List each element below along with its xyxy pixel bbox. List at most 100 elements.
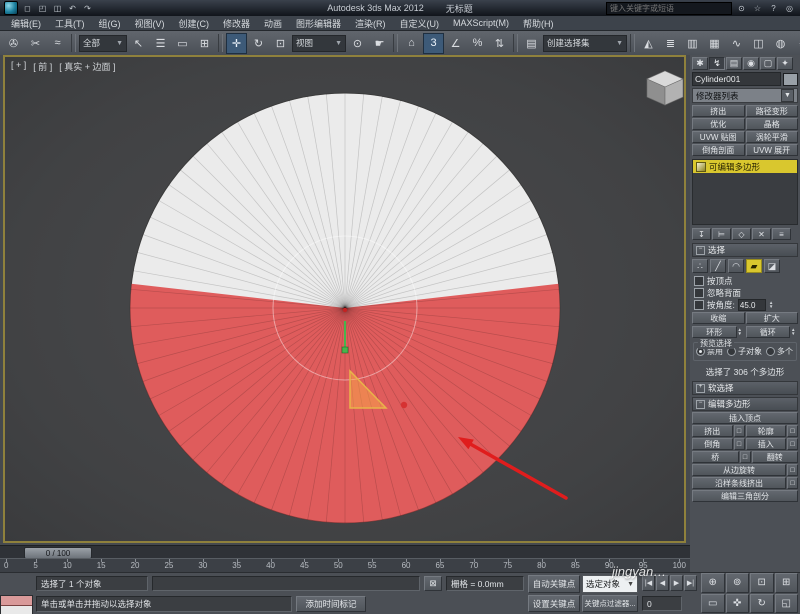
by-vertex-row[interactable]: 按顶点 xyxy=(690,275,800,287)
settings-box-button[interactable]: □ xyxy=(787,477,798,489)
new-file-icon[interactable]: ◻ xyxy=(21,2,34,14)
edit-poly-button-1-1[interactable]: 轮廓 xyxy=(746,425,787,437)
make-unique-icon[interactable]: ◇ xyxy=(732,228,751,240)
menu-item-1[interactable]: 工具(T) xyxy=(48,17,92,30)
tab-display[interactable]: ▢ xyxy=(760,57,776,70)
ring-button[interactable]: 环形 xyxy=(692,326,737,338)
shrink-button[interactable]: 收缩 xyxy=(692,312,745,324)
open-file-icon[interactable]: ◰ xyxy=(36,2,49,14)
settings-box-button[interactable]: □ xyxy=(734,425,745,437)
select-and-link-icon[interactable]: ✇ xyxy=(3,33,24,54)
modifier-list-dropdown[interactable]: 修改器列表 ▼ xyxy=(692,88,798,103)
zoom-icon[interactable]: ⊕ xyxy=(701,573,725,593)
named-selection-sets-dropdown[interactable]: 创建选择集▼ xyxy=(543,35,627,52)
spinner-icon[interactable]: ▲▼ xyxy=(738,328,745,336)
rectangular-selection-region-icon[interactable]: ▭ xyxy=(172,33,193,54)
tab-modify[interactable]: ↯ xyxy=(709,57,725,70)
mirror-icon[interactable]: ◭ xyxy=(638,33,659,54)
graphite-modeling-icon[interactable]: ▦ xyxy=(704,33,725,54)
go-to-end-icon[interactable]: ▶| xyxy=(684,575,697,591)
pin-stack-icon[interactable]: ↧ xyxy=(692,228,711,240)
menu-item-5[interactable]: 修改器 xyxy=(216,17,257,30)
select-and-move-icon[interactable]: ✛ xyxy=(226,33,247,54)
auto-key-button[interactable]: 自动关键点 xyxy=(528,575,580,593)
search-input[interactable] xyxy=(606,2,732,15)
menu-item-6[interactable]: 动画 xyxy=(257,17,289,30)
edit-poly-button-6-0[interactable]: 编辑三角剖分 xyxy=(692,490,798,502)
polygon-subobject-icon[interactable]: ▰ xyxy=(746,259,762,273)
bind-to-space-warp-icon[interactable]: ≈ xyxy=(47,33,68,54)
menu-item-3[interactable]: 视图(V) xyxy=(128,17,172,30)
loop-button[interactable]: 循环 xyxy=(746,326,791,338)
zoom-extents-icon[interactable]: ⊡ xyxy=(750,573,774,593)
menu-item-8[interactable]: 渲染(R) xyxy=(348,17,393,30)
track-bar[interactable]: 0 / 100 xyxy=(0,545,690,558)
by-angle-row[interactable]: 按角度: ▲▼ xyxy=(690,299,800,311)
selection-filter-dropdown[interactable]: 全部▼ xyxy=(79,35,127,52)
percent-snap-icon[interactable]: % xyxy=(467,33,488,54)
render-setup-icon[interactable]: ☼ xyxy=(792,33,800,54)
select-and-rotate-icon[interactable]: ↻ xyxy=(248,33,269,54)
material-editor-icon[interactable]: ◍ xyxy=(770,33,791,54)
angle-field[interactable] xyxy=(738,299,766,311)
modifier-button-4[interactable]: UVW 贴图 xyxy=(692,131,745,143)
favorites-star-icon[interactable]: ☆ xyxy=(751,2,764,14)
vertex-subobject-icon[interactable]: ∴ xyxy=(692,259,708,273)
add-time-tag-button[interactable]: 添加时间标记 xyxy=(296,596,366,612)
pan-icon[interactable]: ✜ xyxy=(726,594,750,614)
configure-modifier-sets-icon[interactable]: ≡ xyxy=(772,228,791,240)
viewport-pov-menu[interactable]: [ 前 ] xyxy=(33,60,52,73)
element-subobject-icon[interactable]: ◪ xyxy=(764,259,780,273)
select-object-icon[interactable]: ↖ xyxy=(128,33,149,54)
modifier-button-0[interactable]: 挤出 xyxy=(692,105,745,117)
menu-item-10[interactable]: MAXScript(M) xyxy=(446,18,516,28)
edit-poly-button-1-0[interactable]: 挤出 xyxy=(692,425,733,437)
edit-poly-button-3-0[interactable]: 桥 xyxy=(692,451,739,463)
modifier-button-3[interactable]: 晶格 xyxy=(746,118,799,130)
checkbox-icon[interactable] xyxy=(694,288,704,298)
modifier-button-1[interactable]: 路径变形 xyxy=(746,105,799,117)
edit-named-selection-sets-icon[interactable]: ▤ xyxy=(521,33,542,54)
edit-poly-button-2-1[interactable]: 插入 xyxy=(746,438,787,450)
gizmo-handle[interactable] xyxy=(342,347,348,353)
rollout-soft-selection-header[interactable]: + 软选择 xyxy=(692,381,798,395)
maxscript-mini-listener[interactable] xyxy=(0,595,33,614)
listener-script-line[interactable] xyxy=(1,606,32,614)
grow-button[interactable]: 扩大 xyxy=(746,312,799,324)
modifier-button-2[interactable]: 优化 xyxy=(692,118,745,130)
menu-item-7[interactable]: 图形编辑器 xyxy=(289,17,348,30)
play-icon[interactable]: ▶ xyxy=(670,575,683,591)
edit-poly-button-4-0[interactable]: 从边旋转 xyxy=(692,464,786,476)
edit-poly-button-2-0[interactable]: 倒角 xyxy=(692,438,733,450)
edit-poly-button-3-1[interactable]: 翻转 xyxy=(752,451,799,463)
viewcube[interactable] xyxy=(647,71,683,105)
time-ruler[interactable]: 0510152025303540455055606570758085909510… xyxy=(0,558,690,572)
help-icon[interactable]: ? xyxy=(767,2,780,14)
reference-coordinate-dropdown[interactable]: 视图▼ xyxy=(292,35,346,52)
preview-option-2[interactable]: 多个 xyxy=(766,346,793,357)
rollout-selection-header[interactable]: − 选择 xyxy=(692,243,798,257)
modifier-button-5[interactable]: 涡轮平滑 xyxy=(746,131,799,143)
select-and-manipulate-icon[interactable]: ☛ xyxy=(369,33,390,54)
settings-box-button[interactable]: □ xyxy=(787,438,798,450)
settings-box-button[interactable]: □ xyxy=(734,438,745,450)
settings-box-button[interactable]: □ xyxy=(787,425,798,437)
modifier-stack[interactable]: 可编辑多边形 xyxy=(692,159,798,225)
center-vertex[interactable] xyxy=(343,308,347,312)
rollout-edit-polygons-header[interactable]: − 编辑多边形 xyxy=(692,397,798,411)
settings-box-button[interactable]: □ xyxy=(740,451,751,463)
zoom-region-icon[interactable]: ▭ xyxy=(701,594,725,614)
save-file-icon[interactable]: ◫ xyxy=(51,2,64,14)
undo-icon[interactable]: ↶ xyxy=(66,2,79,14)
zoom-all-icon[interactable]: ⊚ xyxy=(726,573,750,593)
key-filters-button[interactable]: 关键点过滤器... xyxy=(582,595,638,612)
search-go-icon[interactable]: ⊙ xyxy=(735,2,748,14)
zoom-extents-all-icon[interactable]: ⊞ xyxy=(775,573,799,593)
set-key-button[interactable]: 设置关键点 xyxy=(528,595,580,612)
schematic-view-icon[interactable]: ◫ xyxy=(748,33,769,54)
menu-item-0[interactable]: 编辑(E) xyxy=(4,17,48,30)
selection-lock-icon[interactable]: ⊠ xyxy=(424,576,442,591)
remove-modifier-icon[interactable]: ✕ xyxy=(752,228,771,240)
stack-item-editable-poly[interactable]: 可编辑多边形 xyxy=(693,160,797,173)
unlink-selection-icon[interactable]: ✂ xyxy=(25,33,46,54)
